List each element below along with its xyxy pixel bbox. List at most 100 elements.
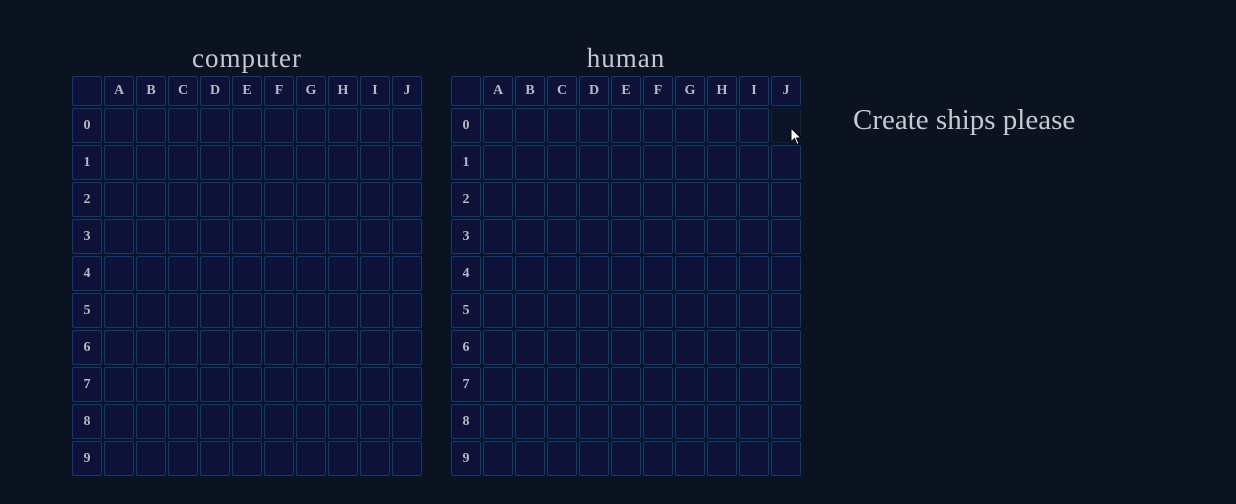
grid-cell-B6[interactable]: [136, 330, 166, 365]
grid-cell-A5[interactable]: [104, 293, 134, 328]
grid-cell-D9[interactable]: [200, 441, 230, 476]
grid-cell-G2[interactable]: [296, 182, 326, 217]
grid-cell-F3[interactable]: [264, 219, 294, 254]
grid-cell-J0[interactable]: [392, 108, 422, 143]
grid-cell-I0[interactable]: [739, 108, 769, 143]
grid-cell-I4[interactable]: [739, 256, 769, 291]
grid-cell-C5[interactable]: [547, 293, 577, 328]
grid-cell-J5[interactable]: [771, 293, 801, 328]
grid-cell-F4[interactable]: [643, 256, 673, 291]
grid-cell-D6[interactable]: [579, 330, 609, 365]
grid-cell-A6[interactable]: [104, 330, 134, 365]
grid-cell-B3[interactable]: [515, 219, 545, 254]
grid-cell-H9[interactable]: [707, 441, 737, 476]
grid-cell-E3[interactable]: [611, 219, 641, 254]
grid-cell-I8[interactable]: [360, 404, 390, 439]
grid-cell-A4[interactable]: [483, 256, 513, 291]
grid-cell-C4[interactable]: [547, 256, 577, 291]
grid-cell-H3[interactable]: [707, 219, 737, 254]
grid-cell-A4[interactable]: [104, 256, 134, 291]
grid-cell-I6[interactable]: [739, 330, 769, 365]
grid-cell-F0[interactable]: [643, 108, 673, 143]
grid-cell-J8[interactable]: [771, 404, 801, 439]
grid-cell-F4[interactable]: [264, 256, 294, 291]
grid-cell-C2[interactable]: [547, 182, 577, 217]
grid-cell-C7[interactable]: [547, 367, 577, 402]
grid-cell-J9[interactable]: [771, 441, 801, 476]
grid-cell-C1[interactable]: [168, 145, 198, 180]
grid-cell-A7[interactable]: [104, 367, 134, 402]
grid-cell-J2[interactable]: [392, 182, 422, 217]
grid-cell-J1[interactable]: [392, 145, 422, 180]
grid-cell-A7[interactable]: [483, 367, 513, 402]
grid-cell-E2[interactable]: [232, 182, 262, 217]
grid-cell-F6[interactable]: [643, 330, 673, 365]
grid-cell-H8[interactable]: [707, 404, 737, 439]
grid-cell-F0[interactable]: [264, 108, 294, 143]
grid-cell-H6[interactable]: [328, 330, 358, 365]
grid-cell-C6[interactable]: [168, 330, 198, 365]
grid-cell-A3[interactable]: [483, 219, 513, 254]
grid-cell-F6[interactable]: [264, 330, 294, 365]
grid-cell-D3[interactable]: [579, 219, 609, 254]
grid-cell-E8[interactable]: [232, 404, 262, 439]
grid-cell-A2[interactable]: [104, 182, 134, 217]
grid-cell-H0[interactable]: [328, 108, 358, 143]
grid-cell-B4[interactable]: [515, 256, 545, 291]
grid-cell-I0[interactable]: [360, 108, 390, 143]
grid-cell-C6[interactable]: [547, 330, 577, 365]
grid-cell-D2[interactable]: [579, 182, 609, 217]
grid-cell-A5[interactable]: [483, 293, 513, 328]
grid-cell-A0[interactable]: [483, 108, 513, 143]
grid-cell-B6[interactable]: [515, 330, 545, 365]
grid-cell-I7[interactable]: [739, 367, 769, 402]
grid-cell-G4[interactable]: [675, 256, 705, 291]
grid-cell-I9[interactable]: [360, 441, 390, 476]
grid-cell-I7[interactable]: [360, 367, 390, 402]
grid-cell-E6[interactable]: [611, 330, 641, 365]
grid-cell-F9[interactable]: [643, 441, 673, 476]
grid-cell-G1[interactable]: [296, 145, 326, 180]
grid-cell-B7[interactable]: [136, 367, 166, 402]
grid-cell-C8[interactable]: [168, 404, 198, 439]
grid-cell-J6[interactable]: [392, 330, 422, 365]
grid-cell-C7[interactable]: [168, 367, 198, 402]
grid-cell-F1[interactable]: [643, 145, 673, 180]
grid-cell-I4[interactable]: [360, 256, 390, 291]
grid-cell-J3[interactable]: [392, 219, 422, 254]
grid-cell-C5[interactable]: [168, 293, 198, 328]
grid-cell-E1[interactable]: [611, 145, 641, 180]
grid-cell-B4[interactable]: [136, 256, 166, 291]
grid-cell-J1[interactable]: [771, 145, 801, 180]
grid-cell-G6[interactable]: [296, 330, 326, 365]
grid-cell-G5[interactable]: [296, 293, 326, 328]
grid-cell-E5[interactable]: [611, 293, 641, 328]
grid-cell-D0[interactable]: [579, 108, 609, 143]
grid-cell-B7[interactable]: [515, 367, 545, 402]
grid-cell-H7[interactable]: [328, 367, 358, 402]
grid-cell-C9[interactable]: [547, 441, 577, 476]
grid-cell-B0[interactable]: [515, 108, 545, 143]
grid-cell-B2[interactable]: [136, 182, 166, 217]
grid-cell-J8[interactable]: [392, 404, 422, 439]
grid-cell-A6[interactable]: [483, 330, 513, 365]
grid-cell-C9[interactable]: [168, 441, 198, 476]
grid-cell-J6[interactable]: [771, 330, 801, 365]
grid-cell-G7[interactable]: [675, 367, 705, 402]
grid-cell-D7[interactable]: [579, 367, 609, 402]
grid-cell-B8[interactable]: [515, 404, 545, 439]
grid-cell-F5[interactable]: [264, 293, 294, 328]
grid-cell-J2[interactable]: [771, 182, 801, 217]
grid-cell-I3[interactable]: [739, 219, 769, 254]
grid-cell-H5[interactable]: [707, 293, 737, 328]
grid-cell-D9[interactable]: [579, 441, 609, 476]
grid-cell-H3[interactable]: [328, 219, 358, 254]
grid-cell-G3[interactable]: [675, 219, 705, 254]
grid-cell-G0[interactable]: [296, 108, 326, 143]
grid-cell-G7[interactable]: [296, 367, 326, 402]
grid-cell-B3[interactable]: [136, 219, 166, 254]
grid-cell-E4[interactable]: [232, 256, 262, 291]
grid-cell-C2[interactable]: [168, 182, 198, 217]
grid-cell-I2[interactable]: [360, 182, 390, 217]
grid-cell-C3[interactable]: [168, 219, 198, 254]
